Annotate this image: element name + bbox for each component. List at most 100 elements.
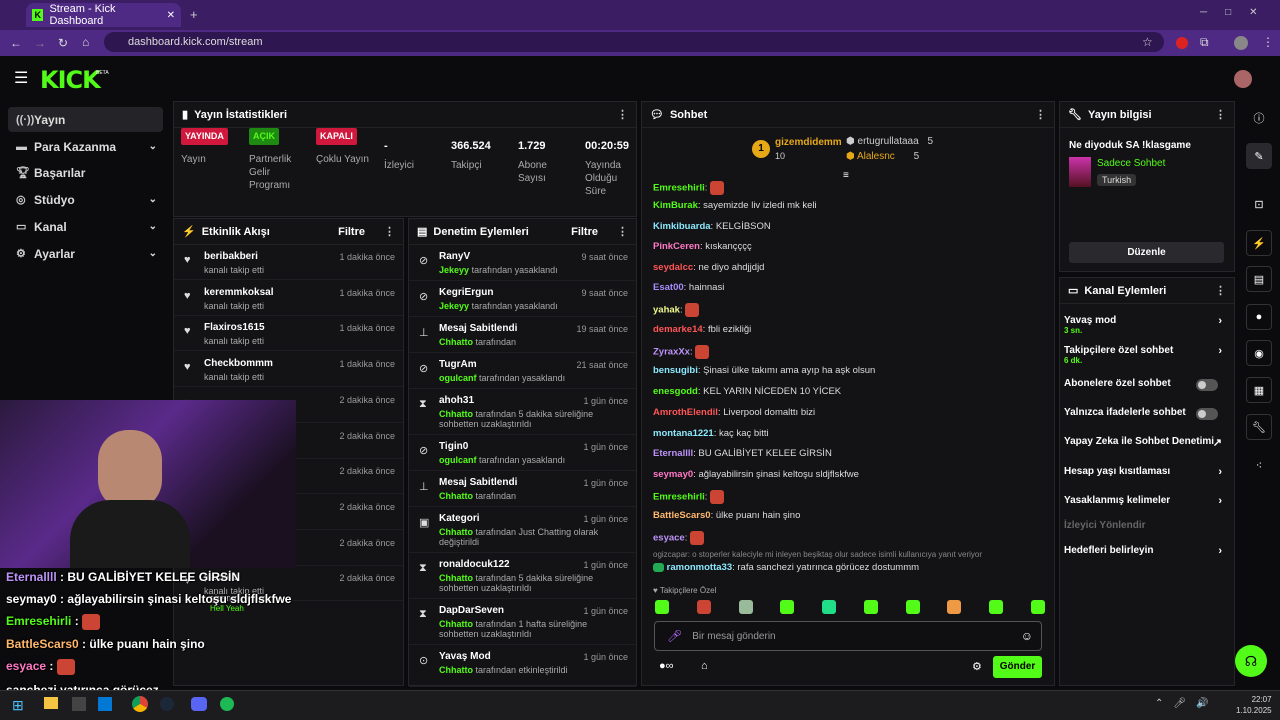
chat-message[interactable]: Esat00: hainnasi bbox=[653, 282, 724, 293]
toggle-switch[interactable] bbox=[1196, 408, 1218, 420]
activity-filter-button[interactable]: Filtre bbox=[338, 226, 365, 238]
more-options-icon[interactable]: ⋮ bbox=[1215, 108, 1226, 121]
channel-action-item[interactable]: Yavaş mod 3 sn. › bbox=[1064, 315, 1228, 335]
new-tab-icon[interactable]: + bbox=[190, 7, 198, 22]
chat-message[interactable]: BattleScars0: ülke puanı hain şino bbox=[653, 510, 800, 521]
broadcast-icon[interactable]: ◉ bbox=[1246, 340, 1272, 366]
emote-icon[interactable] bbox=[863, 600, 878, 614]
chat-message[interactable]: seydalcc: ne diyo ahdjjdjd bbox=[653, 262, 764, 273]
extension-icon[interactable] bbox=[1176, 37, 1188, 49]
moderation-row[interactable]: ⊘ Tigin0 ogulcanf tarafından yasaklandı 1 g… bbox=[409, 435, 636, 471]
edit-button[interactable]: Düzenle bbox=[1069, 242, 1224, 263]
address-bar[interactable]: dashboard.kick.com/stream bbox=[104, 32, 1164, 52]
channel-action-item[interactable]: Yapay Zeka ile Sohbet Denetimi ↗ bbox=[1064, 436, 1228, 449]
channel-action-item[interactable]: İzleyici Yönlendir bbox=[1064, 520, 1228, 531]
window-controls[interactable]: ─□✕ bbox=[1200, 7, 1276, 18]
activity-row[interactable]: ♥ keremmkoksal kanalı takip etti 1 dakika ö… bbox=[174, 281, 403, 316]
sidebar-item-kanal[interactable]: ▭ Kanal ⌄ bbox=[8, 214, 163, 239]
moderation-row[interactable]: ⧗ ahoh31 Chhatto tarafından 5 dakika sürel… bbox=[409, 389, 636, 435]
back-icon[interactable]: ← bbox=[10, 36, 22, 50]
top-gifter-name[interactable]: gizemdidemm bbox=[775, 137, 842, 148]
reload-icon[interactable]: ↻ bbox=[58, 36, 68, 50]
app-icon[interactable] bbox=[72, 697, 86, 711]
channel-action-item[interactable]: Takipçilere özel sohbet 6 dk. › bbox=[1064, 345, 1228, 365]
steam-icon[interactable] bbox=[160, 697, 174, 711]
chat-message[interactable]: PinkCeren: kıskançççç bbox=[653, 241, 752, 252]
send-button[interactable]: Gönder bbox=[993, 656, 1042, 678]
moderation-row[interactable]: ⊘ TugrAm ogulcanf tarafından yasaklandı 21 … bbox=[409, 353, 636, 389]
sidebar-item-basarilar[interactable]: 🏆︎ Başarılar bbox=[8, 160, 163, 185]
more-options-icon[interactable]: ⋮ bbox=[1215, 284, 1226, 297]
profile-avatar[interactable] bbox=[1234, 36, 1248, 50]
moderation-row[interactable]: ⊙ Yavaş Mod Chhatto tarafından etkinleştir… bbox=[409, 645, 636, 687]
moderation-filter-button[interactable]: Filtre bbox=[571, 226, 598, 238]
sidebar-item-para-kazanma[interactable]: ▬ Para Kazanma ⌄ bbox=[8, 134, 163, 159]
moderation-row[interactable]: ▣ Kategori Chhatto tarafından Just Chattin… bbox=[409, 507, 636, 553]
collapse-icon[interactable]: ≡ bbox=[843, 170, 849, 181]
extensions-icon[interactable]: ⧉ bbox=[1200, 35, 1209, 50]
more-options-icon[interactable]: ⋮ bbox=[1035, 108, 1046, 121]
channel-action-item[interactable]: Hesap yaşı kısıtlaması › bbox=[1064, 466, 1228, 478]
chat-bubble-icon[interactable]: ● bbox=[1246, 304, 1272, 330]
more-options-icon[interactable]: ⋮ bbox=[617, 225, 628, 238]
second-gifter[interactable]: ⬢ ertugrullataaa 5 bbox=[846, 136, 933, 147]
chat-message[interactable]: Emresehirli: bbox=[653, 490, 725, 504]
chat-message[interactable]: AmrothElendil: Liverpool domalttı bizi bbox=[653, 407, 815, 418]
moderation-row[interactable]: ⊘ KegriErgun Jekeyy tarafından yasaklandı 9… bbox=[409, 281, 636, 317]
browser-tab[interactable]: K Stream - Kick Dashboard ✕ bbox=[26, 3, 181, 27]
home-icon[interactable]: ⌂ bbox=[82, 35, 89, 49]
emoji-icon[interactable]: ☺ bbox=[1021, 629, 1033, 643]
moderation-row[interactable]: ⊥ Mesaj Sabitlendi Chhatto tarafından 1 gün… bbox=[409, 471, 636, 507]
emote-icon[interactable] bbox=[905, 600, 920, 614]
file-explorer-icon[interactable] bbox=[44, 697, 58, 709]
close-tab-icon[interactable]: ✕ bbox=[167, 10, 175, 21]
points-icon[interactable]: ●∞ bbox=[659, 660, 674, 672]
lightning-icon[interactable]: ⚡ bbox=[1246, 230, 1272, 256]
chat-message[interactable]: esyace: bbox=[653, 531, 704, 545]
hamburger-icon[interactable]: ☰ bbox=[14, 68, 28, 88]
user-avatar[interactable] bbox=[1234, 70, 1252, 88]
sidebar-item-yayin[interactable]: ((·)) Yayın bbox=[8, 107, 163, 132]
support-icon[interactable]: ☊ bbox=[1235, 645, 1267, 677]
browser-menu-icon[interactable]: ⋮ bbox=[1262, 35, 1274, 49]
mic-icon[interactable]: 🎤︎ bbox=[667, 629, 682, 643]
channel-action-item[interactable]: Yalnızca ifadelerle sohbet bbox=[1064, 407, 1228, 420]
moderation-row[interactable]: ⧗ DapDarSeven Chhatto tarafından 1 hafta s… bbox=[409, 599, 636, 645]
moderation-row[interactable]: ⧗ ronaldocuk122 Chhatto tarafından 5 dakik… bbox=[409, 553, 636, 599]
forward-icon[interactable]: → bbox=[34, 36, 46, 50]
channel-action-item[interactable]: Yasaklanmış kelimeler › bbox=[1064, 495, 1228, 507]
sidebar-item-studyo[interactable]: ◎ Stüdyo ⌄ bbox=[8, 187, 163, 212]
clock[interactable]: 22:07 1.10.2025 bbox=[1236, 694, 1272, 716]
toggle-switch[interactable] bbox=[1196, 379, 1218, 391]
sidebar-item-ayarlar[interactable]: ⚙ Ayarlar ⌄ bbox=[8, 241, 163, 266]
emote-icon[interactable] bbox=[822, 600, 837, 614]
more-options-icon[interactable]: ⋮ bbox=[384, 225, 395, 238]
chat-message[interactable]: seymay0: ağlayabilirsin şinasi keltoşu s… bbox=[653, 469, 859, 480]
windows-start-icon[interactable]: ⊞ bbox=[12, 697, 24, 714]
chrome-icon[interactable] bbox=[132, 696, 148, 712]
spotify-icon[interactable] bbox=[220, 697, 234, 711]
chat-message[interactable]: Emresehirli: bbox=[653, 181, 725, 195]
moderation-row[interactable]: ⊥ Mesaj Sabitlendi Chhatto tarafından 19 sa… bbox=[409, 317, 636, 353]
emote-icon[interactable] bbox=[655, 600, 669, 614]
outlook-icon[interactable] bbox=[98, 697, 112, 711]
wrench-icon[interactable]: 🔧︎ bbox=[1246, 414, 1272, 440]
info-icon[interactable]: ⓘ bbox=[1246, 105, 1272, 131]
activity-row[interactable]: ♥ Checkbommm kanalı takip etti 1 dakika önc… bbox=[174, 352, 403, 388]
activity-row[interactable]: ♥ Flaxiros1615 kanalı takip etti 1 dakika ö… bbox=[174, 316, 403, 352]
layout-icon[interactable]: ▦ bbox=[1246, 377, 1272, 403]
chat-message[interactable]: yahak: bbox=[653, 303, 700, 317]
focus-icon[interactable]: ⊡ bbox=[1246, 191, 1272, 217]
chat-message[interactable]: enesgodd: KEL YARIN NİCEDEN 10 YİCEK bbox=[653, 386, 841, 397]
channel-action-item[interactable]: Abonelere özel sohbet bbox=[1064, 378, 1228, 391]
moderation-row[interactable]: ⊘ RanyV Jekeyy tarafından yasaklandı 9 saat… bbox=[409, 245, 636, 281]
chat-input[interactable]: 🎤︎ Bir mesaj gönderin ☺ bbox=[654, 621, 1042, 651]
third-gifter[interactable]: ⬢ Alalesnc 5 bbox=[846, 151, 919, 162]
pen-icon[interactable]: ✎ bbox=[1246, 143, 1272, 169]
chat-message[interactable]: Eternallll: BU GALİBİYET KELEE GİRSİN bbox=[653, 448, 832, 459]
chat-message[interactable]: demarke14: fbli ezikliği bbox=[653, 324, 751, 335]
emote-icon[interactable] bbox=[780, 600, 795, 614]
emote-icon[interactable] bbox=[696, 600, 711, 614]
emote-icon[interactable] bbox=[989, 600, 1004, 614]
kick-logo[interactable]: KICK bbox=[40, 66, 101, 94]
